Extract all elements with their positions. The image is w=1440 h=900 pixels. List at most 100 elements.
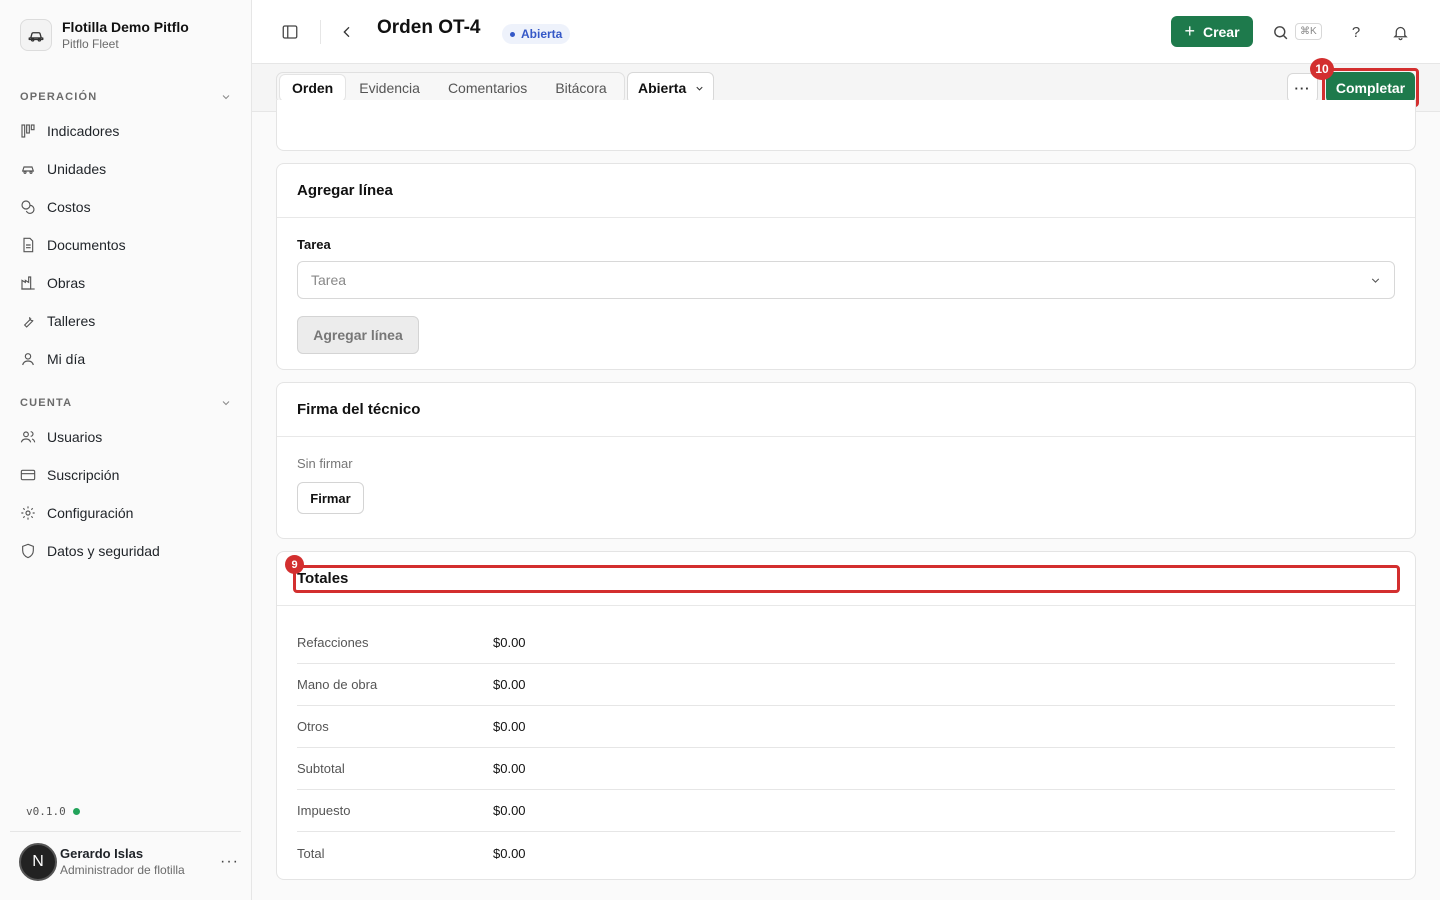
sidebar-item-obras[interactable]: Obras bbox=[20, 268, 232, 298]
section-cuenta-toggle[interactable]: CUENTA bbox=[20, 397, 232, 409]
section-title: OPERACIÓN bbox=[20, 91, 98, 103]
card-title: Firma del técnico bbox=[277, 383, 1415, 437]
credit-card-icon bbox=[20, 467, 36, 483]
divider bbox=[10, 831, 241, 832]
annotation-badge: 9 bbox=[285, 555, 304, 574]
bell-icon[interactable] bbox=[1386, 18, 1414, 46]
totals-label: Mano de obra bbox=[297, 677, 378, 692]
app-version: v0.1.0 bbox=[26, 805, 80, 818]
totals-value: $0.00 bbox=[493, 803, 526, 818]
status-badge-label: Abierta bbox=[521, 27, 563, 41]
wrench-icon bbox=[20, 313, 36, 329]
help-icon[interactable]: ? bbox=[1342, 18, 1370, 46]
user-icon bbox=[20, 351, 36, 367]
sidebar-item-label: Datos y seguridad bbox=[47, 543, 160, 559]
totals-row: Mano de obra $0.00 bbox=[297, 664, 1395, 706]
annotation-badge: 10 bbox=[1310, 58, 1334, 80]
add-line-card: Agregar línea Tarea Tarea Agregar línea bbox=[276, 163, 1416, 370]
tab-evidencia[interactable]: Evidencia bbox=[345, 75, 434, 101]
user-role: Administrador de flotilla bbox=[60, 863, 185, 877]
tab-bitacora[interactable]: Bitácora bbox=[541, 75, 620, 101]
shield-icon bbox=[20, 543, 36, 559]
tab-comentarios[interactable]: Comentarios bbox=[434, 75, 541, 101]
car-logo-icon bbox=[20, 19, 52, 51]
sidebar-item-costos[interactable]: Costos bbox=[20, 192, 232, 222]
sidebar-item-documentos[interactable]: Documentos bbox=[20, 230, 232, 260]
task-label: Tarea bbox=[297, 237, 331, 252]
sidebar-item-indicadores[interactable]: Indicadores bbox=[20, 116, 232, 146]
sidebar-item-label: Documentos bbox=[47, 237, 126, 253]
brand-subtitle: Pitflo Fleet bbox=[62, 37, 119, 51]
totals-row: Refacciones $0.00 bbox=[297, 622, 1395, 664]
tab-orden[interactable]: Orden bbox=[280, 75, 346, 101]
totals-value: $0.00 bbox=[493, 761, 526, 776]
search-shortcut: ⌘K bbox=[1295, 23, 1322, 40]
user-name: Gerardo Islas bbox=[60, 846, 144, 861]
add-line-button[interactable]: Agregar línea bbox=[297, 316, 419, 354]
sidebar-item-label: Talleres bbox=[47, 313, 96, 329]
totals-value: $0.00 bbox=[493, 635, 526, 650]
totals-row: Impuesto $0.00 bbox=[297, 790, 1395, 832]
sidebar: Flotilla Demo Pitflo Pitflo Fleet OPERAC… bbox=[0, 0, 252, 900]
plus-icon: + bbox=[1184, 21, 1195, 41]
more-actions-button[interactable]: ··· bbox=[1287, 73, 1318, 103]
totals-label: Refacciones bbox=[297, 635, 369, 650]
task-select[interactable]: Tarea bbox=[297, 261, 1395, 299]
chevron-down-icon bbox=[696, 86, 703, 91]
sidebar-item-mi-dia[interactable]: Mi día bbox=[20, 344, 232, 374]
back-chevron-icon[interactable] bbox=[333, 18, 361, 46]
totals-label: Otros bbox=[297, 719, 329, 734]
sidebar-item-label: Unidades bbox=[47, 161, 107, 177]
brand-name: Flotilla Demo Pitflo bbox=[62, 19, 189, 35]
dot-icon bbox=[510, 31, 515, 37]
brand[interactable]: Flotilla Demo Pitflo Pitflo Fleet bbox=[20, 18, 189, 52]
more-horizontal-icon[interactable]: ··· bbox=[220, 853, 239, 871]
totals-value: $0.00 bbox=[493, 677, 526, 692]
user-menu[interactable]: N Gerardo Islas Administrador de flotill… bbox=[19, 843, 239, 881]
totals-label: Impuesto bbox=[297, 803, 351, 818]
card-title: Agregar línea bbox=[277, 164, 1415, 218]
car-icon bbox=[20, 161, 36, 177]
chevron-down-icon bbox=[1371, 278, 1380, 283]
totals-label: Subtotal bbox=[297, 761, 345, 776]
divider bbox=[320, 20, 321, 44]
section-title: CUENTA bbox=[20, 397, 73, 409]
complete-button[interactable]: Completar bbox=[1326, 72, 1415, 103]
sidebar-item-label: Configuración bbox=[47, 505, 134, 521]
previous-card bbox=[276, 100, 1416, 151]
version-text: v0.1.0 bbox=[26, 805, 66, 818]
search-icon[interactable] bbox=[1266, 18, 1294, 46]
status-badge: Abierta bbox=[502, 24, 571, 44]
totals-label: Total bbox=[297, 845, 325, 861]
card-title: Totales bbox=[277, 552, 1415, 606]
sidebar-item-label: Costos bbox=[47, 199, 91, 215]
create-label: Crear bbox=[1202, 23, 1240, 40]
chevron-down-icon bbox=[222, 401, 230, 406]
factory-icon bbox=[20, 275, 36, 291]
sidebar-item-datos-seguridad[interactable]: Datos y seguridad bbox=[20, 536, 232, 566]
section-operacion-toggle[interactable]: OPERACIÓN bbox=[20, 91, 232, 103]
gear-icon bbox=[20, 505, 36, 521]
avatar: N bbox=[19, 843, 57, 881]
document-icon bbox=[20, 237, 36, 253]
totals-row: Subtotal $0.00 bbox=[297, 748, 1395, 790]
sidebar-item-suscripcion[interactable]: Suscripción bbox=[20, 460, 232, 490]
sidebar-item-configuracion[interactable]: Configuración bbox=[20, 498, 232, 528]
totals-value: $0.00 bbox=[493, 719, 526, 734]
sidebar-item-label: Suscripción bbox=[47, 467, 120, 483]
sidebar-item-label: Obras bbox=[47, 275, 86, 291]
signature-card: Firma del técnico Sin firmar Firmar bbox=[276, 382, 1416, 539]
kanban-icon bbox=[20, 123, 36, 139]
create-button[interactable]: + Crear bbox=[1171, 16, 1253, 47]
totals-card: Totales 9 Refacciones $0.00 Mano de obra… bbox=[276, 551, 1416, 880]
totals-value: $0.00 bbox=[493, 845, 526, 861]
totals-row: Total $0.00 bbox=[297, 832, 1395, 874]
sidebar-item-unidades[interactable]: Unidades bbox=[20, 154, 232, 184]
chevron-down-icon bbox=[222, 95, 230, 100]
task-select-placeholder: Tarea bbox=[311, 272, 347, 288]
sign-button[interactable]: Firmar bbox=[297, 482, 364, 514]
sidebar-item-usuarios[interactable]: Usuarios bbox=[20, 422, 232, 452]
users-icon bbox=[20, 429, 36, 445]
sidebar-toggle-icon[interactable] bbox=[276, 18, 304, 46]
sidebar-item-talleres[interactable]: Talleres bbox=[20, 306, 232, 336]
